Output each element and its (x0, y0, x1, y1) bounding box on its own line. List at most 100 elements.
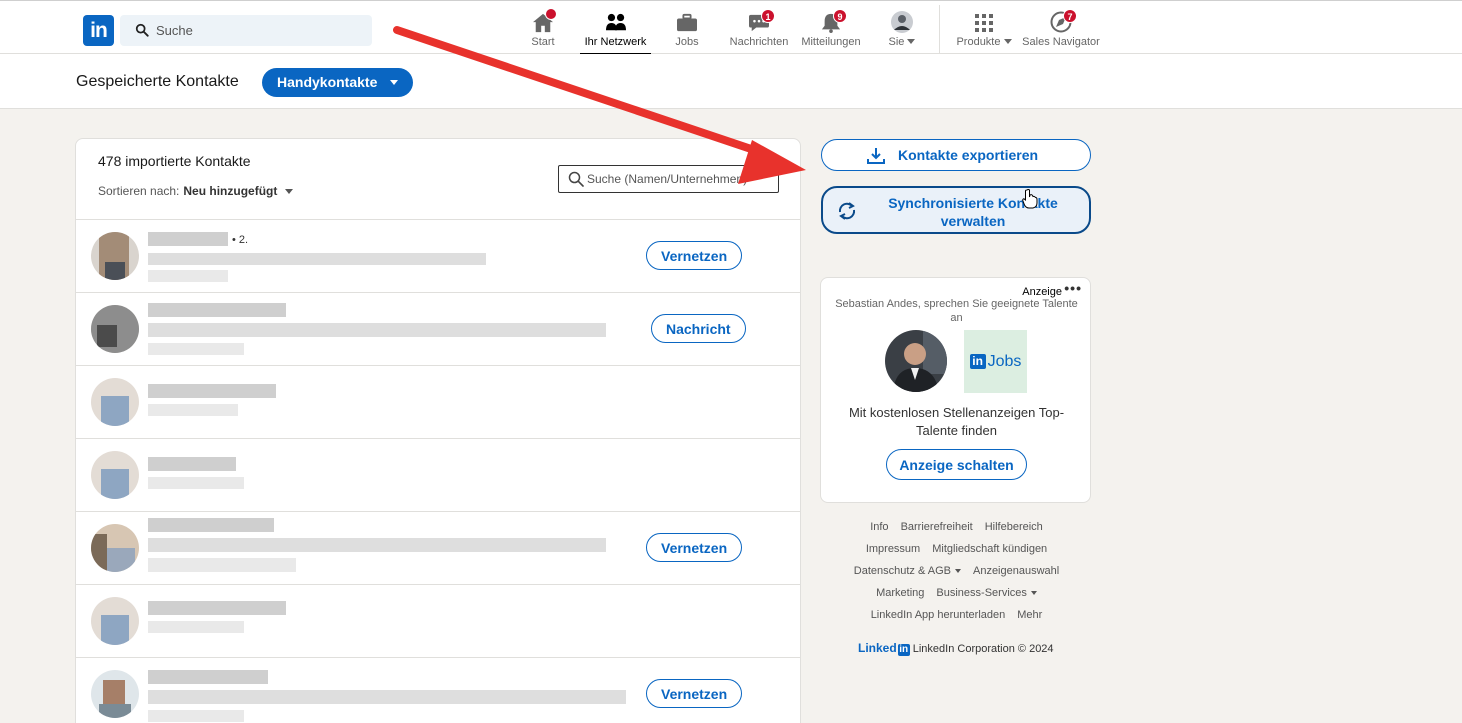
nav-messages[interactable]: 1 Nachrichten (728, 9, 790, 55)
contact-avatar-blurred (91, 232, 139, 280)
footer-link-info[interactable]: Info (870, 521, 888, 533)
ad-pitch: Sebastian Andes, sprechen Sie geeignete … (835, 298, 1078, 324)
nav-me-label: Sie (884, 36, 920, 48)
blurred-contact-name (148, 670, 268, 684)
top-navigation: in Start Ihr Netzwerk Jobs 1 Nachrichten… (0, 0, 1462, 55)
footer-link-cancel-membership[interactable]: Mitgliedschaft kündigen (932, 543, 1047, 555)
blurred-contact-name (148, 384, 276, 398)
chevron-down-icon (1030, 591, 1037, 595)
blurred-contact-name (148, 232, 228, 246)
copyright: Linked in LinkedIn Corporation © 2024 (858, 641, 1054, 656)
nav-sales-navigator-label: Sales Navigator (1022, 36, 1100, 48)
footer-link-business-services[interactable]: Business-Services (936, 587, 1037, 599)
nav-jobs-label: Jobs (675, 36, 699, 48)
blurred-contact-headline (148, 323, 606, 337)
footer-link-app-download[interactable]: LinkedIn App herunterladen (871, 609, 1006, 621)
contact-avatar-blurred (91, 378, 139, 426)
contact-row: • 2. Vernetzen (76, 220, 800, 293)
chevron-down-icon (1003, 39, 1012, 44)
message-button[interactable]: Nachricht (651, 314, 746, 343)
contact-source-dropdown[interactable]: Handykontakte (262, 68, 413, 97)
nav-products[interactable]: Produkte (954, 11, 1014, 55)
nav-my-network-label: Ihr Netzwerk (584, 36, 647, 48)
export-contacts-label: Kontakte exportieren (898, 147, 1039, 163)
footer-link-marketing[interactable]: Marketing (876, 587, 924, 599)
connect-button[interactable]: Vernetzen (646, 533, 743, 562)
footer-link-imprint[interactable]: Impressum (866, 543, 920, 555)
hand-cursor-icon (1022, 189, 1038, 209)
contact-source-label: Handykontakte (277, 74, 378, 90)
contacts-count: 478 importierte Kontakte (98, 153, 251, 169)
nav-notifications-label: Mitteilungen (801, 36, 861, 48)
blurred-contact-meta (148, 558, 296, 572)
footer-link-more[interactable]: Mehr (1017, 609, 1042, 621)
blurred-contact-headline (148, 253, 486, 265)
chevron-down-icon (285, 189, 294, 194)
export-contacts-button[interactable]: Kontakte exportieren (821, 139, 1091, 171)
notifications-badge: 9 (833, 9, 847, 23)
contact-avatar-blurred (91, 305, 139, 353)
blurred-contact-name (148, 601, 286, 615)
contacts-header: 478 importierte Kontakte Sortieren nach:… (76, 139, 800, 220)
contact-avatar-blurred (91, 451, 139, 499)
connect-button[interactable]: Vernetzen (646, 241, 743, 270)
nav-home-label: Start (531, 36, 555, 48)
nav-jobs[interactable]: Jobs (672, 11, 702, 55)
footer-link-help[interactable]: Hilfebereich (985, 521, 1043, 533)
people-icon (605, 13, 626, 31)
blurred-contact-headline (148, 538, 606, 552)
nav-my-network[interactable]: Ihr Netzwerk (580, 11, 651, 55)
contacts-search[interactable] (558, 165, 779, 193)
ad-message: Mit kostenlosen Stellenanzeigen Top-Tale… (848, 405, 1065, 438)
linkedin-logo[interactable]: in (83, 15, 114, 46)
sort-control[interactable]: Sortieren nach: Neu hinzugefügt (98, 184, 294, 198)
sort-value: Neu hinzugefügt (183, 184, 278, 198)
place-ad-button[interactable]: Anzeige schalten (886, 449, 1027, 480)
messages-badge: 1 (761, 9, 775, 23)
contact-row: Vernetzen (76, 512, 800, 585)
home-notification-dot (545, 8, 557, 20)
page-title: Gespeicherte Kontakte (76, 73, 239, 90)
more-options-icon[interactable]: ••• (1064, 280, 1082, 296)
contact-row (76, 439, 800, 512)
briefcase-icon (677, 13, 697, 32)
download-icon (867, 148, 885, 164)
contact-row (76, 585, 800, 658)
sales-navigator-badge: 7 (1063, 9, 1077, 23)
linkedin-jobs-logo: in Jobs (964, 330, 1027, 393)
nav-sales-navigator[interactable]: 7 Sales Navigator (1022, 9, 1100, 55)
blurred-contact-meta (148, 477, 244, 489)
chevron-down-icon (907, 39, 916, 44)
contact-avatar-blurred (91, 597, 139, 645)
global-search[interactable] (120, 15, 372, 46)
footer-link-ad-choices[interactable]: Anzeigenauswahl (973, 565, 1059, 577)
nav-messages-label: Nachrichten (729, 36, 789, 48)
global-search-input[interactable] (156, 15, 366, 46)
chevron-down-icon (954, 569, 961, 573)
nav-notifications[interactable]: 9 Mitteilungen (798, 9, 864, 55)
blurred-contact-name (148, 303, 286, 317)
contact-row: Vernetzen (76, 658, 800, 723)
blurred-contact-name (148, 457, 236, 471)
connection-degree: • 2. (232, 234, 249, 246)
blurred-contact-headline (148, 690, 626, 704)
sync-icon (838, 202, 856, 220)
nav-home[interactable]: Start (526, 8, 560, 55)
sort-label: Sortieren nach: (98, 184, 180, 198)
contact-avatar-blurred (91, 524, 139, 572)
contact-row (76, 366, 800, 439)
nav-me[interactable]: Sie (884, 11, 920, 55)
contact-avatar-blurred (91, 670, 139, 718)
search-icon (135, 23, 149, 37)
contacts-card: 478 importierte Kontakte Sortieren nach:… (75, 138, 801, 723)
blurred-contact-name (148, 518, 274, 532)
page-subheader: Gespeicherte Kontakte Handykontakte (0, 54, 1462, 109)
linkedin-wordmark: Linked in (858, 641, 910, 656)
contacts-search-input[interactable] (587, 166, 775, 192)
copyright-text: LinkedIn Corporation © 2024 (912, 643, 1054, 655)
manage-synced-contacts-button[interactable]: Synchronisierte Kontakte verwalten (821, 186, 1091, 234)
footer-link-accessibility[interactable]: Barrierefreiheit (901, 521, 973, 533)
connect-button[interactable]: Vernetzen (646, 679, 743, 708)
search-icon (568, 171, 584, 187)
footer-link-privacy[interactable]: Datenschutz & AGB (854, 565, 961, 577)
